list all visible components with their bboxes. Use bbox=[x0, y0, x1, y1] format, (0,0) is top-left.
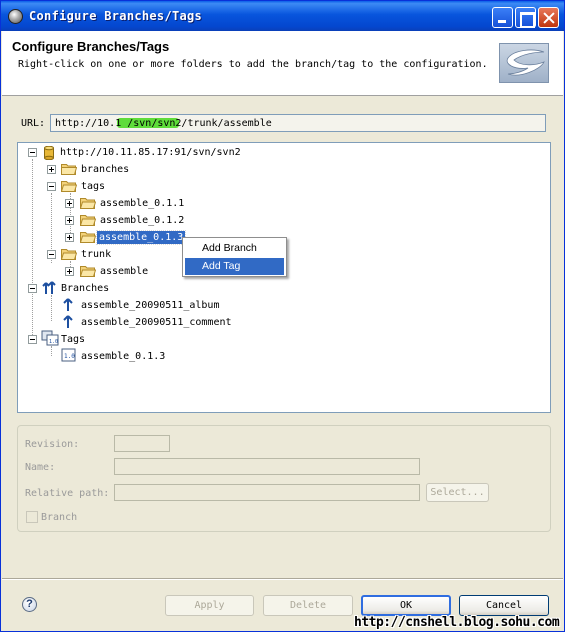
tree-item-branches-folder[interactable]: branches bbox=[79, 161, 131, 177]
collapse-toggle[interactable] bbox=[28, 148, 37, 157]
folder-icon bbox=[80, 232, 96, 243]
tree-item-tag-selected[interactable]: assemble_0.1.3 bbox=[95, 229, 187, 245]
title-bar[interactable]: Configure Branches/Tags bbox=[1, 1, 564, 31]
subclipse-logo-icon bbox=[499, 43, 549, 83]
folder-icon bbox=[80, 266, 96, 277]
tree-item-branch[interactable]: assemble_20090511_comment bbox=[79, 314, 234, 330]
context-menu: Add Branch Add Tag bbox=[182, 237, 287, 277]
branch-icon bbox=[63, 298, 73, 311]
close-button[interactable] bbox=[538, 7, 559, 28]
svg-text:1.0: 1.0 bbox=[64, 353, 75, 360]
url-value: http://10.1 /svn/svn2/trunk/assemble bbox=[55, 118, 272, 129]
collapse-toggle[interactable] bbox=[28, 284, 37, 293]
delete-button[interactable]: Delete bbox=[263, 595, 353, 616]
tree-guide bbox=[51, 346, 52, 356]
expand-toggle[interactable] bbox=[65, 267, 74, 276]
relative-path-field[interactable] bbox=[114, 484, 420, 501]
window-title: Configure Branches/Tags bbox=[29, 9, 203, 23]
url-label: URL: bbox=[21, 118, 46, 129]
name-field[interactable] bbox=[114, 458, 420, 475]
select-button[interactable]: Select... bbox=[426, 483, 489, 502]
tree-item-tag-config[interactable]: assemble_0.1.3 bbox=[79, 348, 167, 364]
relative-path-label: Relative path: bbox=[25, 488, 110, 499]
tree-item-tags-config[interactable]: Tags bbox=[59, 331, 87, 347]
branch-checkbox-label: Branch bbox=[41, 512, 78, 523]
tree-item-branches-config[interactable]: Branches bbox=[59, 280, 111, 296]
add-branch-menu-item[interactable]: Add Branch bbox=[185, 240, 284, 257]
tree-item-trunk-child[interactable]: assemble bbox=[98, 263, 150, 279]
expand-toggle[interactable] bbox=[65, 233, 74, 242]
tree-item-root[interactable]: http://10.11.85.17:91/svn/svn2 bbox=[58, 144, 243, 160]
repository-tree[interactable]: http://10.11.85.17:91/svn/svn2 branches … bbox=[17, 142, 551, 413]
name-label: Name: bbox=[25, 462, 56, 473]
header-title: Configure Branches/Tags bbox=[12, 39, 170, 54]
branch-checkbox[interactable] bbox=[26, 511, 38, 523]
tag-options-group bbox=[17, 425, 551, 532]
help-icon[interactable]: ? bbox=[22, 597, 37, 612]
tag-icon: 1.0 bbox=[61, 348, 76, 362]
watermark: http://cnshell.blog.sohu.com bbox=[354, 615, 560, 630]
folder-open-icon bbox=[61, 249, 77, 260]
dialog-header: Configure Branches/Tags Right-click on o… bbox=[2, 31, 563, 96]
cancel-button[interactable]: Cancel bbox=[459, 595, 549, 616]
eclipse-icon bbox=[8, 9, 23, 24]
folder-open-icon bbox=[61, 181, 77, 192]
repository-icon bbox=[44, 146, 54, 160]
folder-icon bbox=[80, 198, 96, 209]
configure-branches-tags-dialog: Configure Branches/Tags Configure Branch… bbox=[0, 0, 565, 632]
collapse-toggle[interactable] bbox=[47, 182, 56, 191]
collapse-toggle[interactable] bbox=[47, 250, 56, 259]
folder-icon bbox=[61, 164, 77, 175]
expand-toggle[interactable] bbox=[47, 165, 56, 174]
expand-toggle[interactable] bbox=[65, 199, 74, 208]
url-field[interactable]: http://10.1 /svn/svn2/trunk/assemble bbox=[50, 114, 546, 132]
maximize-button[interactable] bbox=[515, 7, 536, 28]
tree-item-branch[interactable]: assemble_20090511_album bbox=[79, 297, 221, 313]
apply-button[interactable]: Apply bbox=[165, 595, 254, 616]
separator bbox=[2, 578, 563, 580]
branch-icon bbox=[63, 315, 73, 328]
expand-toggle[interactable] bbox=[65, 216, 74, 225]
tree-item-tag[interactable]: assemble_0.1.2 bbox=[98, 212, 186, 228]
collapse-toggle[interactable] bbox=[28, 335, 37, 344]
tree-guide bbox=[32, 159, 33, 341]
revision-label: Revision: bbox=[25, 439, 80, 450]
tree-item-tags-folder[interactable]: tags bbox=[79, 178, 107, 194]
revision-field[interactable] bbox=[114, 435, 170, 452]
svg-text:1.0: 1.0 bbox=[49, 339, 58, 345]
branches-icon bbox=[42, 281, 56, 294]
add-tag-menu-item[interactable]: Add Tag bbox=[185, 258, 284, 275]
tree-item-trunk-folder[interactable]: trunk bbox=[79, 246, 113, 262]
ok-button[interactable]: OK bbox=[361, 595, 451, 616]
tags-icon: 1.0 bbox=[41, 330, 59, 346]
minimize-button[interactable] bbox=[492, 7, 513, 28]
tree-guide bbox=[51, 295, 52, 321]
tree-item-tag[interactable]: assemble_0.1.1 bbox=[98, 195, 186, 211]
folder-icon bbox=[80, 215, 96, 226]
header-description: Right-click on one or more folders to ad… bbox=[18, 59, 488, 70]
